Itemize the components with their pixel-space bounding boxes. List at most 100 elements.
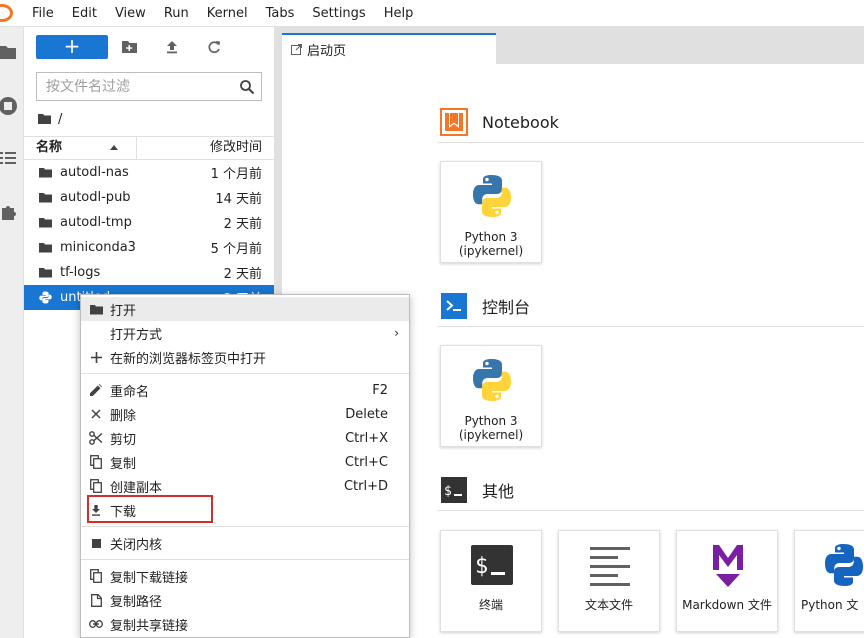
python-logo-icon — [473, 175, 511, 217]
other-section-header: $ 其他 — [440, 476, 514, 504]
menu-separator — [81, 373, 409, 374]
menu-item-cut[interactable]: 剪切 Ctrl+X — [81, 426, 409, 450]
menu-item-label: 在新的浏览器标签页中打开 — [110, 351, 267, 367]
terminal-card[interactable]: $ 终端 — [440, 530, 542, 632]
notebook-python3-card[interactable]: Python 3 (ipykernel) — [440, 161, 542, 263]
new-folder-button[interactable] — [120, 37, 140, 57]
menu-item-shortcut: F2 — [372, 382, 388, 398]
refresh-button[interactable] — [204, 37, 224, 57]
menu-item-label: 复制下载链接 — [110, 570, 189, 586]
running-tab[interactable] — [0, 91, 24, 121]
new-launcher-button[interactable]: + — [36, 35, 108, 59]
close-icon — [91, 409, 101, 419]
section-title: 控制台 — [482, 298, 531, 317]
upload-button[interactable] — [162, 37, 182, 57]
section-title: 其他 — [482, 482, 515, 501]
python-file-card[interactable]: Python 文 — [794, 530, 864, 632]
tab-bar: 启动页 — [282, 27, 864, 64]
terminal-icon: $ — [441, 477, 467, 503]
section-divider — [438, 510, 864, 511]
modified-column-header[interactable]: 修改时间 — [210, 137, 262, 159]
markdown-icon — [713, 545, 743, 587]
menu-item-shortcut: Ctrl+D — [343, 478, 388, 494]
file-row-autodl-tmp[interactable]: autodl-tmp 2 天前 — [24, 210, 274, 235]
svg-text:$: $ — [475, 554, 488, 579]
card-label: 文本文件 — [584, 598, 633, 612]
folder-icon — [39, 243, 52, 253]
scissors-icon — [89, 431, 103, 445]
menu-item-label: 打开方式 — [110, 327, 163, 343]
menu-item-label: 创建副本 — [110, 480, 163, 496]
menu-kernel[interactable]: Kernel — [198, 0, 257, 27]
card-label: Python 文 — [801, 598, 859, 612]
breadcrumb-root[interactable]: / — [58, 112, 62, 127]
folder-icon — [0, 46, 16, 59]
card-label: Markdown 文件 — [682, 598, 772, 612]
file-row-tf-logs[interactable]: tf-logs 2 天前 — [24, 260, 274, 285]
menu-item-copy-download-link[interactable]: 复制下载链接 — [81, 564, 409, 588]
file-modified: 5 个月前 — [210, 242, 262, 257]
menu-item-copy[interactable]: 复制 Ctrl+C — [81, 450, 409, 474]
toc-tab[interactable] — [0, 143, 24, 173]
file-modified: 1 个月前 — [210, 167, 262, 182]
section-divider — [438, 326, 864, 327]
file-row-autodl-pub[interactable]: autodl-pub 14 天前 — [24, 185, 274, 210]
terminal-icon: $ — [471, 545, 513, 585]
file-list-header: 名称 修改时间 — [24, 136, 274, 160]
menu-item-delete[interactable]: 删除 Delete — [81, 402, 409, 426]
folder-icon — [39, 268, 52, 278]
console-icon — [441, 293, 467, 319]
menu-separator — [81, 559, 409, 560]
menu-item-copy-share-link[interactable]: 复制共享链接 — [81, 612, 409, 636]
tab-label: 启动页 — [307, 44, 347, 59]
activity-bar — [0, 27, 24, 638]
file-row-autodl-nas[interactable]: autodl-nas 1 个月前 — [24, 160, 274, 185]
menu-file[interactable]: File — [20, 0, 63, 27]
copy-icon — [90, 569, 102, 583]
card-label-line2: (ipykernel) — [458, 428, 524, 442]
file-name: miniconda3 — [60, 240, 136, 255]
folder-icon — [89, 304, 103, 314]
menu-run[interactable]: Run — [155, 0, 198, 27]
file-name: tf-logs — [60, 265, 101, 280]
menu-item-open-new-tab[interactable]: 在新的浏览器标签页中打开 — [81, 345, 409, 369]
text-file-card[interactable]: 文本文件 — [558, 530, 660, 632]
menu-item-open[interactable]: 打开 — [81, 297, 409, 321]
name-column-header[interactable]: 名称 — [24, 137, 137, 159]
notebook-icon — [440, 108, 468, 136]
card-label: 终端 — [478, 598, 503, 612]
stop-icon — [91, 538, 101, 548]
card-label-line1: Python 3 — [464, 230, 518, 244]
menu-item-open-with[interactable]: 打开方式 › — [81, 321, 409, 345]
menu-item-shutdown-kernel[interactable]: 关闭内核 — [81, 531, 409, 555]
console-python3-card[interactable]: Python 3 (ipykernel) — [440, 345, 542, 447]
menu-edit[interactable]: Edit — [63, 0, 106, 27]
menu-settings[interactable]: Settings — [303, 0, 374, 27]
menu-item-shortcut: Delete — [345, 406, 388, 422]
card-label-line1: Python 3 — [464, 414, 518, 428]
name-column-label: 名称 — [36, 140, 63, 155]
file-browser-tab[interactable] — [0, 37, 24, 67]
menu-item-label: 复制 — [110, 456, 137, 472]
menu-item-rename[interactable]: 重命名 F2 — [81, 378, 409, 402]
folder-icon[interactable] — [38, 113, 52, 125]
markdown-file-card[interactable]: Markdown 文件 — [676, 530, 778, 632]
refresh-icon — [208, 41, 220, 54]
menu-tabs[interactable]: Tabs — [257, 0, 304, 27]
plus-icon — [90, 351, 102, 363]
folder-icon — [39, 218, 52, 228]
menu-help[interactable]: Help — [375, 0, 423, 27]
file-filter-input[interactable] — [37, 73, 227, 100]
card-label-line2: (ipykernel) — [458, 244, 524, 258]
file-row-miniconda3[interactable]: miniconda3 5 个月前 — [24, 235, 274, 260]
file-modified: 14 天前 — [215, 192, 262, 207]
extensions-tab[interactable] — [0, 197, 24, 227]
section-title: Notebook — [482, 112, 559, 132]
jupyter-logo-icon — [0, 0, 20, 27]
tab-launcher[interactable]: 启动页 — [282, 33, 496, 64]
file-browser-toolbar: + — [24, 27, 274, 71]
file-icon — [90, 593, 102, 607]
card-label: Python 3 (ipykernel) — [441, 230, 541, 258]
menu-view[interactable]: View — [106, 0, 155, 27]
menu-item-copy-path[interactable]: 复制路径 — [81, 588, 409, 612]
